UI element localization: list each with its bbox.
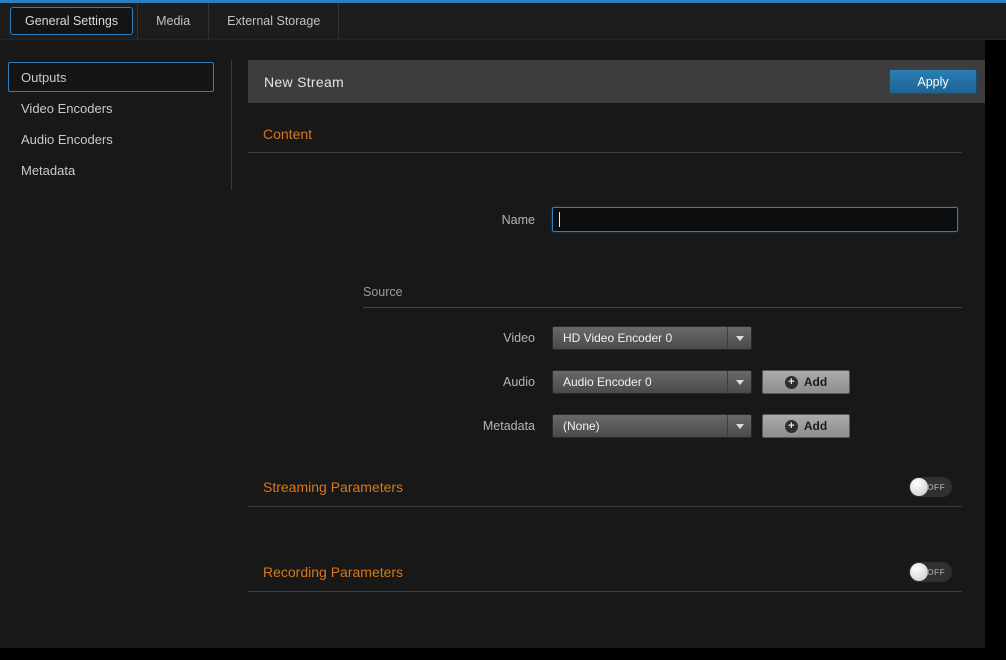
content-section-title: Content xyxy=(263,126,312,142)
sidebar-item-outputs[interactable]: Outputs xyxy=(8,62,214,92)
audio-source-dropdown[interactable]: Audio Encoder 0 xyxy=(552,370,752,394)
video-source-dropdown[interactable]: HD Video Encoder 0 xyxy=(552,326,752,350)
text-caret xyxy=(559,212,560,227)
metadata-label: Metadata xyxy=(248,419,535,433)
streaming-parameters-title: Streaming Parameters xyxy=(263,479,403,495)
tab-external-storage[interactable]: External Storage xyxy=(209,3,338,39)
metadata-source-dropdown[interactable]: (None) xyxy=(552,414,752,438)
streaming-parameters-toggle[interactable]: OFF xyxy=(908,476,953,498)
tab-media[interactable]: Media xyxy=(138,3,208,39)
add-metadata-label: Add xyxy=(804,419,827,433)
toggle-off-label: OFF xyxy=(927,567,945,577)
sidebar-divider xyxy=(231,60,232,190)
toggle-knob xyxy=(910,563,928,581)
video-label: Video xyxy=(248,331,535,345)
video-source-value: HD Video Encoder 0 xyxy=(553,327,727,349)
streaming-divider xyxy=(248,506,962,507)
stream-header: New Stream Apply xyxy=(248,60,985,103)
toggle-off-label: OFF xyxy=(927,482,945,492)
recording-divider xyxy=(248,591,962,592)
main-panel: New Stream Apply Content Name Source Vid… xyxy=(248,60,985,648)
page-body: Outputs Video Encoders Audio Encoders Me… xyxy=(0,40,985,648)
sidebar-item-metadata[interactable]: Metadata xyxy=(8,155,214,185)
source-group-label: Source xyxy=(363,285,403,299)
chevron-down-icon xyxy=(727,371,751,393)
plus-icon: + xyxy=(785,420,798,433)
audio-label: Audio xyxy=(248,375,535,389)
tab-general-settings[interactable]: General Settings xyxy=(10,7,133,35)
name-label: Name xyxy=(248,213,535,227)
sidebar: Outputs Video Encoders Audio Encoders Me… xyxy=(0,40,230,186)
app-window: General Settings Media External Storage … xyxy=(0,0,1006,660)
plus-icon: + xyxy=(785,376,798,389)
apply-button[interactable]: Apply xyxy=(889,69,977,94)
content-divider xyxy=(248,152,962,153)
chevron-down-icon xyxy=(727,327,751,349)
add-audio-button[interactable]: + Add xyxy=(762,370,850,394)
tab-separator xyxy=(338,3,339,39)
recording-parameters-title: Recording Parameters xyxy=(263,564,403,580)
source-divider xyxy=(363,307,962,308)
top-tab-bar: General Settings Media External Storage xyxy=(0,0,1006,40)
page-title: New Stream xyxy=(264,74,344,90)
sidebar-item-audio-encoders[interactable]: Audio Encoders xyxy=(8,124,214,154)
chevron-down-icon xyxy=(727,415,751,437)
metadata-source-value: (None) xyxy=(553,415,727,437)
add-audio-label: Add xyxy=(804,375,827,389)
sidebar-item-video-encoders[interactable]: Video Encoders xyxy=(8,93,214,123)
toggle-knob xyxy=(910,478,928,496)
audio-source-value: Audio Encoder 0 xyxy=(553,371,727,393)
recording-parameters-toggle[interactable]: OFF xyxy=(908,561,953,583)
add-metadata-button[interactable]: + Add xyxy=(762,414,850,438)
name-input[interactable] xyxy=(552,207,958,232)
